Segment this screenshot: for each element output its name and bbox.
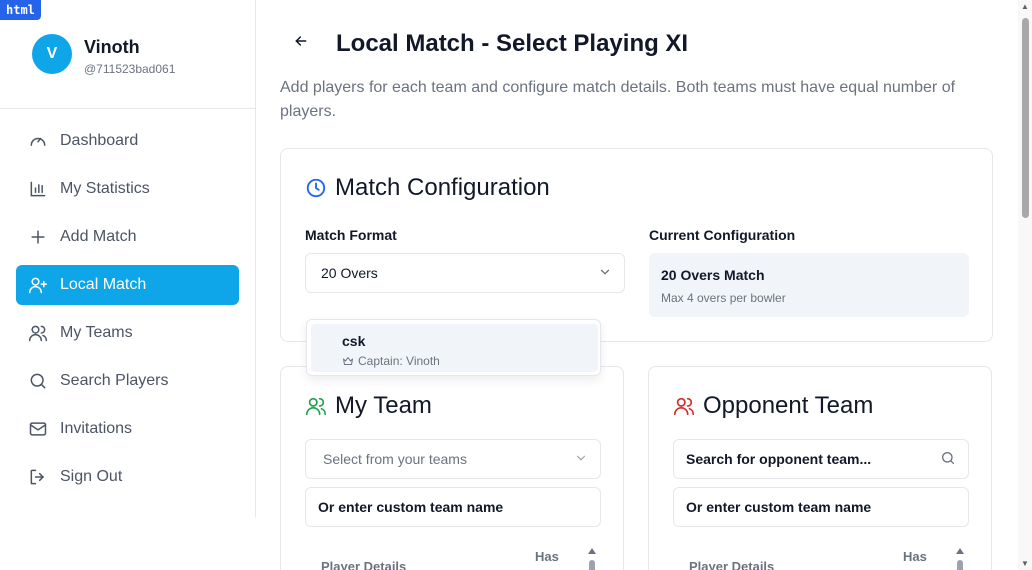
match-format-value: 20 Overs xyxy=(321,265,378,281)
user-handle: @711523bad061 xyxy=(84,62,176,76)
sidebar-item-label: Local Match xyxy=(60,276,147,293)
opponent-search-input[interactable]: Search for opponent team... xyxy=(673,439,969,479)
match-configuration-title: Match Configuration xyxy=(305,174,550,202)
opponent-custom-name-placeholder: Or enter custom team name xyxy=(686,499,872,515)
sidebar-item-add-match[interactable]: Add Match xyxy=(16,217,239,257)
search-icon xyxy=(28,371,48,391)
sidebar-item-label: Invitations xyxy=(60,420,133,437)
current-configuration-title: 20 Overs Match xyxy=(661,267,765,283)
card-title-text: My Team xyxy=(335,392,432,419)
team-option-captain: Captain: Vinoth xyxy=(342,354,440,368)
my-team-select-placeholder: Select from your teams xyxy=(323,451,467,467)
gauge-icon xyxy=(28,131,48,151)
back-button[interactable] xyxy=(290,32,312,54)
card-title-text: Match Configuration xyxy=(335,174,550,201)
team-option-name: csk xyxy=(342,333,366,349)
crown-icon xyxy=(342,355,354,367)
has-header: Has xyxy=(903,549,927,564)
user-name: Vinoth xyxy=(84,37,140,57)
users-icon xyxy=(28,323,48,343)
current-configuration-box: 20 Overs Match Max 4 overs per bowler xyxy=(649,253,969,317)
sidebar-item-label: Search Players xyxy=(60,372,169,389)
table-scrollbar[interactable] xyxy=(587,545,597,570)
my-team-title: My Team xyxy=(305,392,432,420)
current-configuration-label: Current Configuration xyxy=(649,227,796,243)
my-team-custom-name-placeholder: Or enter custom team name xyxy=(318,499,504,515)
opponent-team-title: Opponent Team xyxy=(673,392,873,420)
search-icon xyxy=(940,450,956,469)
my-team-select[interactable]: Select from your teams xyxy=(305,439,601,479)
scrollbar-thumb[interactable] xyxy=(1022,18,1029,218)
sidebar-nav: Dashboard My Statistics Add Match Local … xyxy=(16,121,239,505)
match-format-label: Match Format xyxy=(305,227,397,243)
opponent-custom-name-input[interactable]: Or enter custom team name xyxy=(673,487,969,527)
sign-out-icon xyxy=(28,467,48,487)
users-icon xyxy=(305,395,327,417)
avatar[interactable]: V xyxy=(32,34,72,74)
sidebar-item-my-teams[interactable]: My Teams xyxy=(16,313,239,353)
opponent-search-placeholder: Search for opponent team... xyxy=(686,451,872,467)
chevron-down-icon xyxy=(574,451,588,468)
sidebar-item-invitations[interactable]: Invitations xyxy=(16,409,239,449)
has-header: Has xyxy=(535,549,559,564)
page-scrollbar[interactable]: ▲ ▼ xyxy=(1018,0,1032,570)
my-team-card: My Team Select from your teams Or enter … xyxy=(280,366,624,570)
team-dropdown: csk Captain: Vinoth xyxy=(306,319,601,376)
match-format-select[interactable]: 20 Overs xyxy=(305,253,625,293)
plus-icon xyxy=(28,227,48,247)
sidebar-item-dashboard[interactable]: Dashboard xyxy=(16,121,239,161)
card-title-text: Opponent Team xyxy=(703,392,874,419)
sidebar-item-label: Add Match xyxy=(60,228,137,245)
chevron-down-icon xyxy=(598,265,612,282)
bar-chart-icon xyxy=(28,179,48,199)
scroll-up-icon[interactable]: ▲ xyxy=(1021,2,1029,11)
clock-icon xyxy=(305,177,327,199)
sidebar-item-my-statistics[interactable]: My Statistics xyxy=(16,169,239,209)
users-icon xyxy=(673,395,695,417)
player-details-header: Player Details xyxy=(321,559,407,570)
scroll-down-icon[interactable]: ▼ xyxy=(1021,559,1029,568)
user-plus-icon xyxy=(28,275,48,295)
match-configuration-card: Match Configuration Match Format 20 Over… xyxy=(280,148,993,342)
dropdown-option-team[interactable]: csk Captain: Vinoth xyxy=(311,324,598,372)
arrow-left-icon xyxy=(293,33,309,54)
mail-icon xyxy=(28,419,48,439)
sidebar-item-local-match[interactable]: Local Match xyxy=(16,265,239,305)
my-team-custom-name-input[interactable]: Or enter custom team name xyxy=(305,487,601,527)
captain-label: Captain: Vinoth xyxy=(358,354,440,368)
opponent-team-card: Opponent Team Search for opponent team..… xyxy=(648,366,992,570)
table-scrollbar[interactable] xyxy=(955,545,965,570)
sidebar-item-label: Sign Out xyxy=(60,468,123,485)
sidebar-item-label: My Teams xyxy=(60,324,133,341)
sidebar-item-label: My Statistics xyxy=(60,180,150,197)
sidebar-item-label: Dashboard xyxy=(60,132,139,149)
page-subtitle: Add players for each team and configure … xyxy=(280,79,956,120)
current-configuration-detail: Max 4 overs per bowler xyxy=(661,291,786,305)
html-badge: html xyxy=(0,0,41,20)
player-details-header: Player Details xyxy=(689,559,775,570)
sidebar: V Vinoth @711523bad061 Dashboard My Stat… xyxy=(0,0,256,517)
sidebar-item-sign-out[interactable]: Sign Out xyxy=(16,457,239,497)
page-title: Local Match - Select Playing XI xyxy=(336,30,689,57)
sidebar-item-search-players[interactable]: Search Players xyxy=(16,361,239,401)
